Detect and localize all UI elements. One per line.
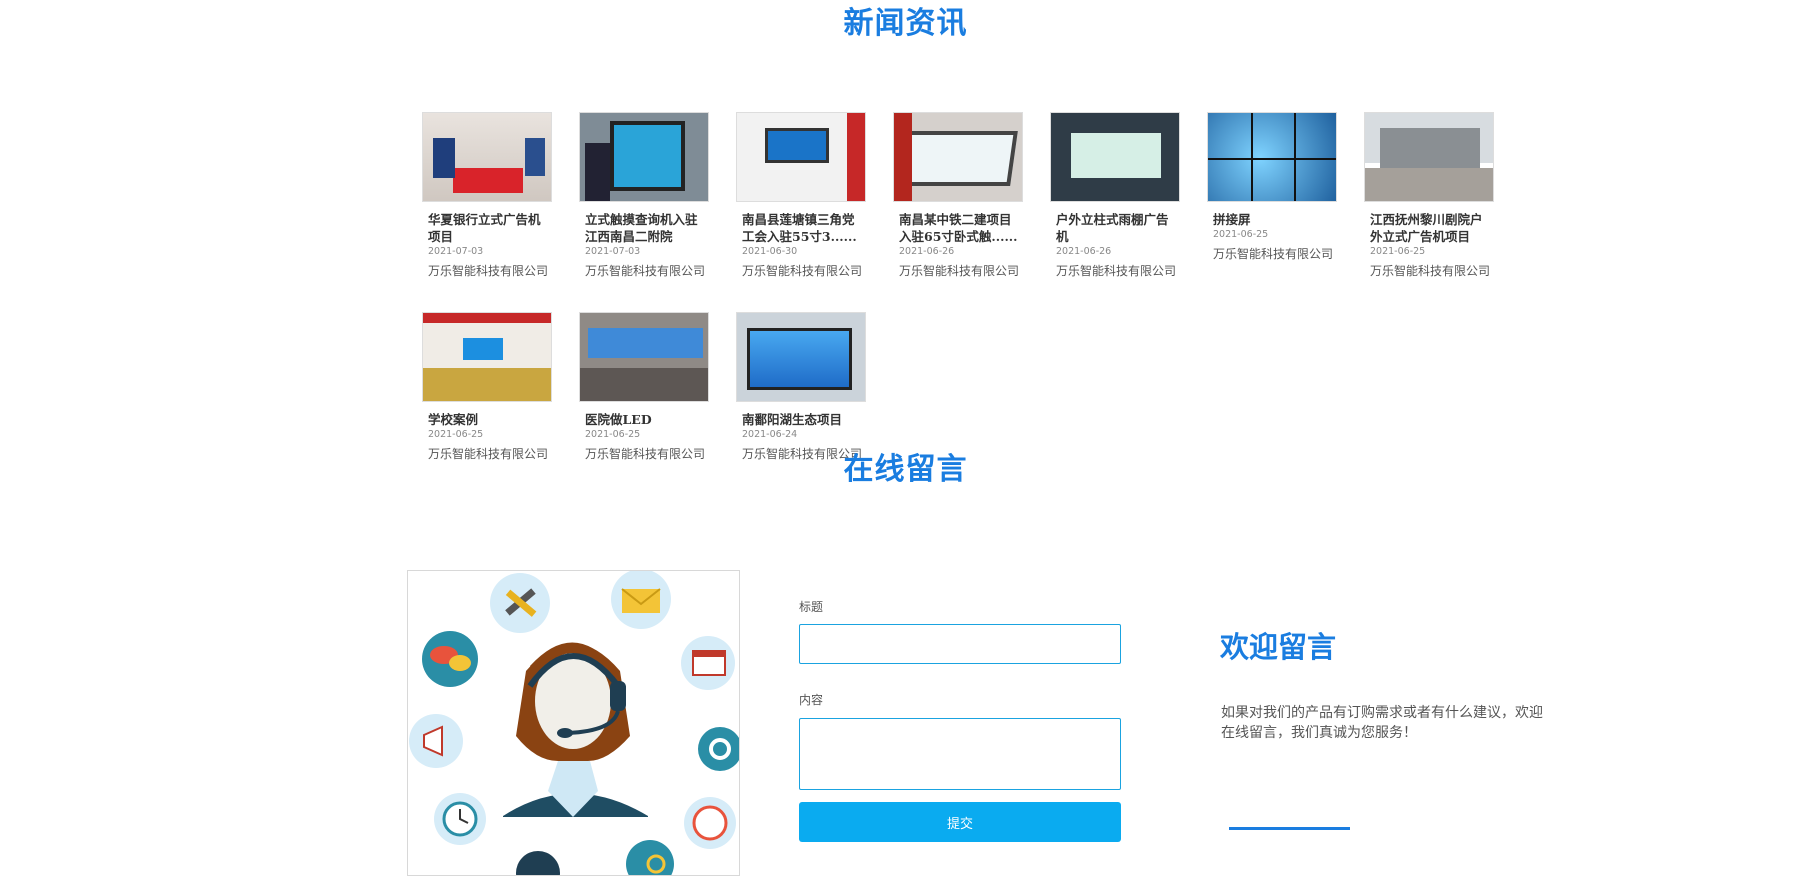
news-item[interactable]: 南鄱阳湖生态项目 2021-06-24 万乐智能科技有限公司 [736, 312, 866, 462]
news-item[interactable]: 医院做LED 2021-06-25 万乐智能科技有限公司 [579, 312, 709, 462]
news-title[interactable]: 南昌某中铁二建项目入驻65寸卧式触...... [899, 211, 1023, 245]
news-source: 万乐智能科技有限公司 [585, 264, 706, 278]
tools-icon [490, 573, 550, 633]
news-thumbnail[interactable] [579, 112, 709, 202]
news-title[interactable]: 拼接屏 [1213, 211, 1337, 228]
news-thumbnail[interactable] [1364, 112, 1494, 202]
news-thumbnail[interactable] [1050, 112, 1180, 202]
news-title[interactable]: 江西抚州黎川剧院户外立式广告机项目 [1370, 211, 1494, 245]
news-title[interactable]: 户外立柱式雨棚广告机 [1056, 211, 1180, 245]
news-thumbnail[interactable] [579, 312, 709, 402]
news-source: 万乐智能科技有限公司 [428, 264, 549, 278]
news-item[interactable]: 江西抚州黎川剧院户外立式广告机项目 2021-06-25 万乐智能科技有限公司 [1364, 112, 1494, 279]
news-date: 2021-07-03 [428, 246, 484, 257]
settings-icon [698, 727, 739, 771]
news-date: 2021-06-30 [742, 246, 798, 257]
person-icon [516, 851, 560, 875]
news-title[interactable]: 学校案例 [428, 411, 552, 428]
megaphone-icon [409, 714, 463, 768]
gears-icon [626, 840, 674, 875]
chat-icon [422, 631, 478, 687]
news-item[interactable]: 学校案例 2021-06-25 万乐智能科技有限公司 [422, 312, 552, 462]
news-item[interactable]: 南昌某中铁二建项目入驻65寸卧式触...... 2021-06-26 万乐智能科技有… [893, 112, 1023, 279]
news-title[interactable]: 医院做LED [585, 411, 709, 428]
title-input[interactable] [799, 624, 1121, 664]
welcome-text: 如果对我们的产品有订购需求或者有什么建议，欢迎在线留言，我们真诚为您服务！ [1221, 705, 1543, 741]
news-item[interactable]: 户外立柱式雨棚广告机 2021-06-26 万乐智能科技有限公司 [1050, 112, 1180, 279]
news-title[interactable]: 华夏银行立式广告机项目 [428, 211, 552, 245]
content-label: 内容 [799, 693, 824, 707]
agent-figure [503, 642, 648, 817]
welcome-title: 欢迎留言 [1220, 630, 1337, 664]
news-date: 2021-06-25 [1213, 229, 1269, 240]
calendar-icon [681, 636, 735, 690]
message-section-title: 在线留言 [843, 452, 968, 487]
news-thumbnail[interactable] [893, 112, 1023, 202]
news-title[interactable]: 南鄱阳湖生态项目 [742, 411, 866, 428]
news-section-title: 新闻资讯 [843, 6, 968, 41]
customer-service-svg [409, 571, 739, 875]
mail-icon [611, 571, 671, 629]
news-source: 万乐智能科技有限公司 [899, 264, 1020, 278]
title-label: 标题 [799, 600, 824, 614]
news-date: 2021-06-24 [742, 429, 798, 440]
submit-button[interactable]: 提交 [799, 802, 1121, 842]
news-thumbnail[interactable] [422, 312, 552, 402]
news-source: 万乐智能科技有限公司 [1213, 247, 1334, 261]
news-thumbnail[interactable] [736, 312, 866, 402]
news-item[interactable]: 拼接屏 2021-06-25 万乐智能科技有限公司 [1207, 112, 1337, 262]
news-date: 2021-06-25 [585, 429, 641, 440]
news-date: 2021-07-03 [585, 246, 641, 257]
content-textarea[interactable] [799, 718, 1121, 790]
phone-icon [684, 797, 736, 849]
customer-service-illustration [407, 570, 740, 876]
welcome-divider [1229, 827, 1350, 830]
news-thumbnail[interactable] [1207, 112, 1337, 202]
news-source: 万乐智能科技有限公司 [1370, 264, 1491, 278]
news-title[interactable]: 立式触摸查询机入驻江西南昌二附院 [585, 211, 709, 245]
clock-icon [434, 793, 486, 845]
news-source: 万乐智能科技有限公司 [1056, 264, 1177, 278]
news-date: 2021-06-26 [899, 246, 955, 257]
news-source: 万乐智能科技有限公司 [742, 264, 863, 278]
news-date: 2021-06-25 [428, 429, 484, 440]
news-item[interactable]: 立式触摸查询机入驻江西南昌二附院 2021-07-03 万乐智能科技有限公司 [579, 112, 709, 279]
news-item[interactable]: 南昌县莲塘镇三角党工会入驻55寸3...... 2021-06-30 万乐智能科技有… [736, 112, 866, 279]
news-item[interactable]: 华夏银行立式广告机项目 2021-07-03 万乐智能科技有限公司 [422, 112, 552, 279]
news-thumbnail[interactable] [736, 112, 866, 202]
news-thumbnail[interactable] [422, 112, 552, 202]
news-date: 2021-06-26 [1056, 246, 1112, 257]
news-date: 2021-06-25 [1370, 246, 1426, 257]
news-title[interactable]: 南昌县莲塘镇三角党工会入驻55寸3...... [742, 211, 866, 245]
